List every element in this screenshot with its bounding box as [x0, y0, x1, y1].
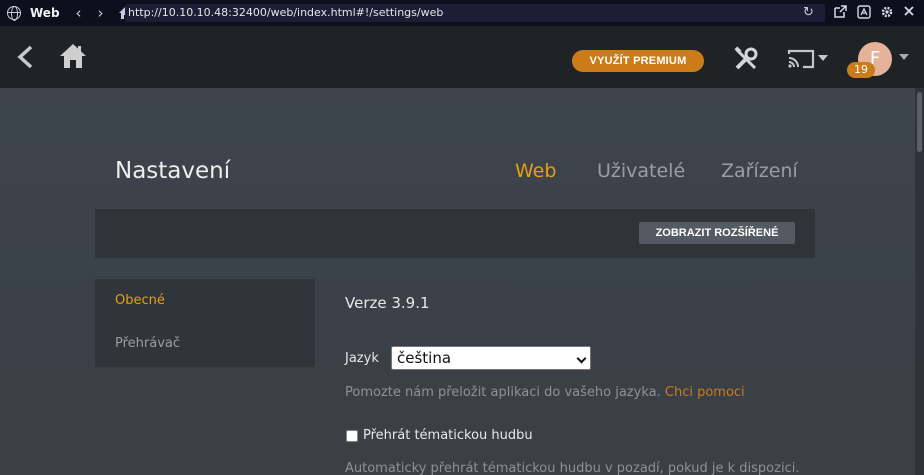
translate-help-message: Pomozte nám přeložit aplikaci do vašeho … — [345, 385, 661, 400]
page-title: Nastavení — [115, 158, 231, 184]
open-external-icon[interactable] — [832, 5, 848, 21]
browser-back-button[interactable]: ‹ — [72, 0, 86, 26]
theme-music-label[interactable]: Přehrát tématickou hudbu — [363, 428, 533, 443]
reload-button[interactable]: ↻ — [803, 6, 814, 20]
close-icon[interactable] — [901, 5, 917, 21]
address-bar[interactable]: http://10.10.10.48:32400/web/index.html#… — [125, 4, 825, 22]
tab-web[interactable]: Web — [515, 160, 556, 182]
sidebar-item-general[interactable]: Obecné — [115, 293, 165, 308]
cast-icon[interactable] — [787, 48, 831, 74]
translate-icon[interactable] — [856, 5, 872, 21]
browser-tab-title[interactable]: Web — [30, 6, 60, 20]
notification-badge[interactable]: 19 — [847, 62, 875, 78]
version-label: Verze 3.9.1 — [345, 294, 430, 312]
back-arrow-icon[interactable] — [14, 44, 36, 74]
app-header: VYUŽÍT PREMIUM F 19 — [0, 26, 924, 88]
language-label: Jazyk — [345, 351, 379, 366]
language-select-value: čeština — [397, 349, 452, 367]
translate-help-text: Pomozte nám přeložit aplikaci do vašeho … — [345, 385, 745, 400]
scrollbar-thumb[interactable] — [917, 92, 922, 152]
browser-forward-button[interactable]: › — [94, 0, 108, 26]
tab-devices[interactable]: Zařízení — [721, 160, 798, 182]
get-premium-button[interactable]: VYUŽÍT PREMIUM — [572, 50, 704, 72]
address-bar-url: http://10.10.10.48:32400/web/index.html#… — [128, 6, 444, 19]
tab-users[interactable]: Uživatelé — [597, 160, 685, 182]
settings-sidebar: Obecné Přehrávač — [95, 279, 315, 367]
home-icon[interactable] — [58, 42, 88, 74]
sidebar-item-player[interactable]: Přehrávač — [115, 336, 180, 351]
scrollbar[interactable] — [915, 88, 924, 475]
theme-music-help-text: Automaticky přehrát tématickou hudbu v p… — [345, 461, 800, 475]
chevron-down-icon — [576, 353, 587, 364]
tools-icon[interactable] — [733, 46, 759, 76]
help-translate-link[interactable]: Chci pomoci — [665, 385, 745, 400]
globe-icon — [7, 6, 21, 21]
gear-icon[interactable] — [879, 5, 895, 21]
theme-music-checkbox[interactable] — [346, 430, 358, 442]
chevron-down-icon[interactable] — [899, 54, 909, 60]
language-select[interactable]: čeština — [391, 346, 591, 370]
show-advanced-button[interactable]: ZOBRAZIT ROZŠÍŘENÉ — [639, 222, 795, 244]
